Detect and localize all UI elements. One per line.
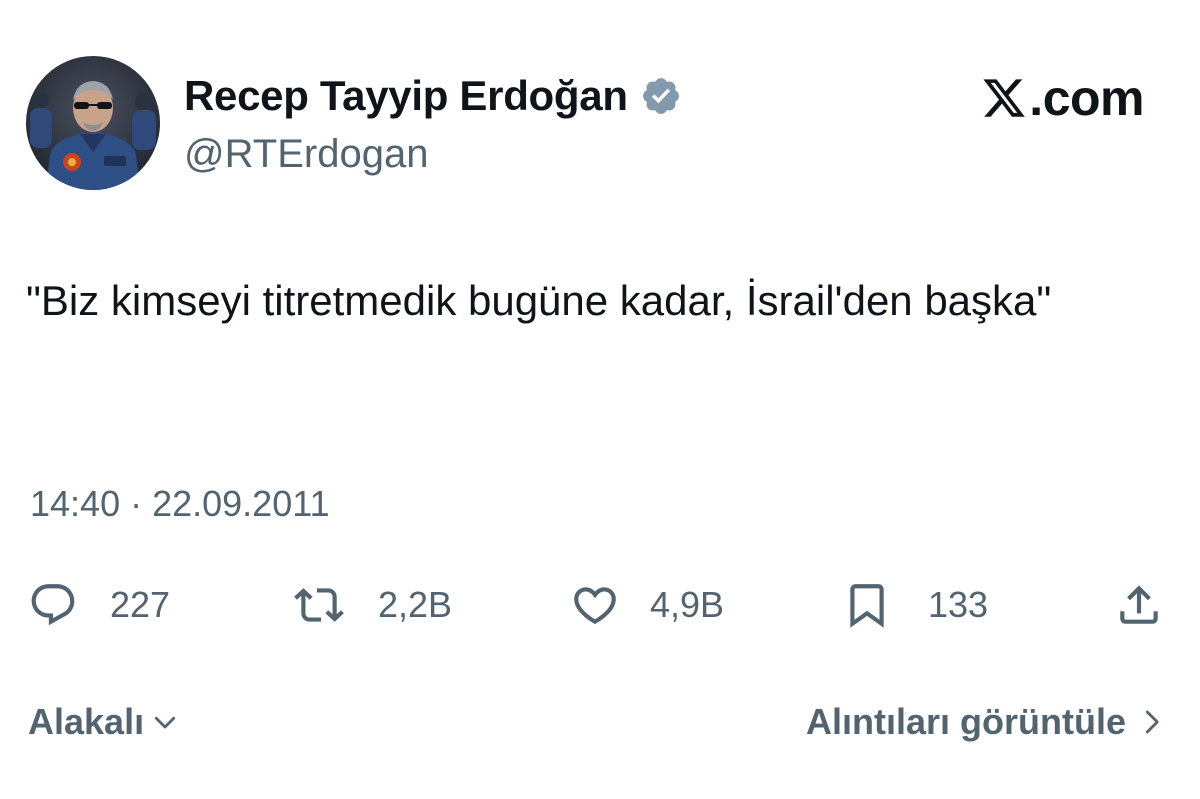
action-bar: 227 2,2B 4,9B 133 [0, 575, 1200, 635]
sort-replies-dropdown[interactable]: Alakalı [28, 700, 180, 744]
tweet-timestamp[interactable]: 14:40 · 22.09.2011 [30, 482, 330, 526]
like-button[interactable]: 4,9B [570, 575, 724, 635]
reply-icon [31, 584, 75, 626]
bookmark-button[interactable]: 133 [842, 575, 988, 635]
retweet-button[interactable]: 2,2B [294, 575, 452, 635]
share-icon [1120, 585, 1158, 624]
heart-icon [574, 587, 616, 625]
sort-label: Alakalı [28, 701, 145, 742]
bookmark-icon [850, 584, 884, 628]
bookmark-count: 133 [928, 584, 989, 625]
chevron-right-icon [1145, 710, 1159, 734]
view-quotes-link[interactable]: Alıntıları görüntüle [806, 700, 1166, 744]
brand-watermark: .com [981, 70, 1144, 126]
tweet-text: "Biz kimseyi titretmedik bugüne kadar, İ… [26, 277, 1052, 324]
avatar[interactable] [26, 56, 160, 190]
brand-suffix: .com [1029, 70, 1144, 126]
share-button[interactable] [1114, 575, 1164, 635]
author-display-name[interactable]: Recep Tayyip Erdoğan [184, 72, 628, 120]
retweet-count: 2,2B [378, 584, 453, 625]
view-quotes-label: Alıntıları görüntüle [806, 701, 1126, 742]
retweet-icon [294, 588, 344, 622]
like-count: 4,9B [650, 584, 725, 625]
author-display-name-row[interactable]: Recep Tayyip Erdoğan [184, 72, 682, 120]
chevron-down-icon [154, 716, 176, 729]
reply-count: 227 [110, 584, 171, 625]
verified-badge-icon [642, 78, 679, 114]
reply-button[interactable]: 227 [28, 575, 170, 635]
avatar-photo [26, 56, 160, 190]
x-logo-icon [983, 79, 1026, 117]
author-handle[interactable]: @RTErdogan [184, 130, 428, 178]
